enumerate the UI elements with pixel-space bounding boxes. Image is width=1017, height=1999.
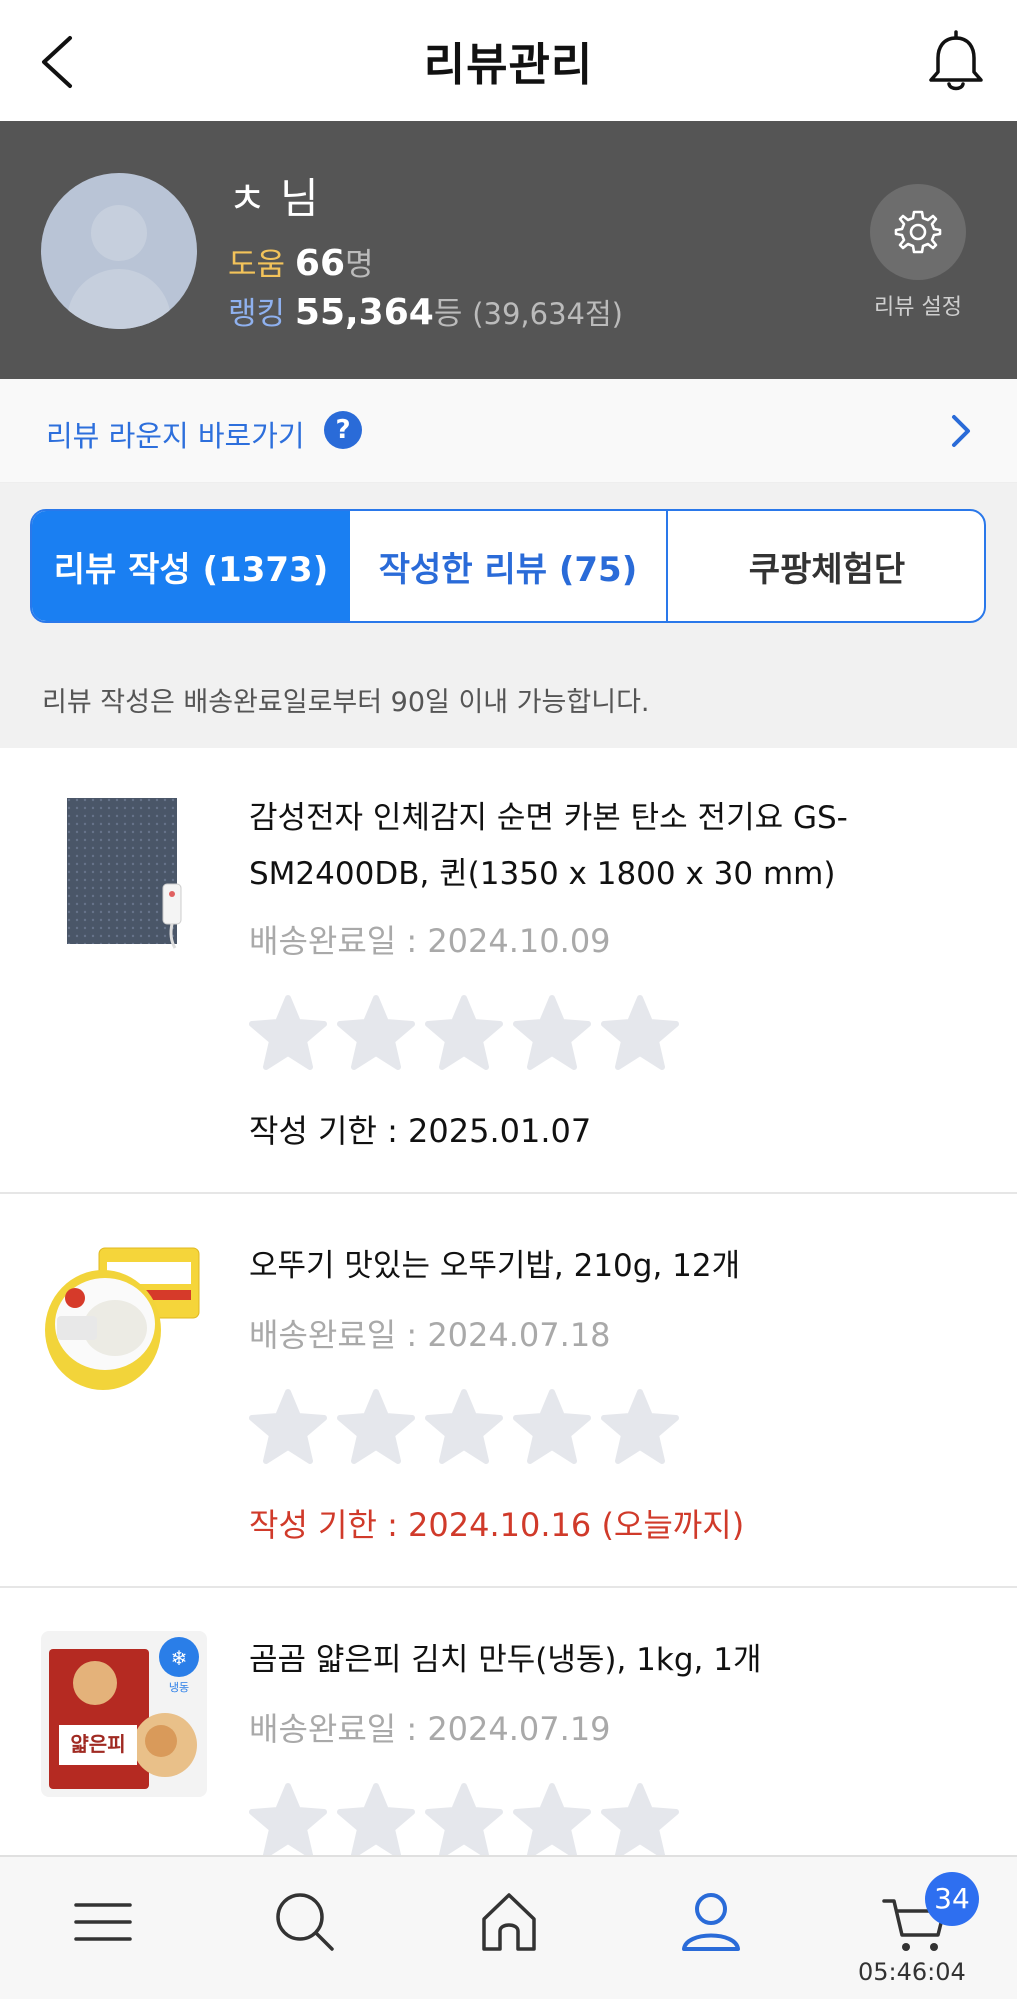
- review-settings-button[interactable]: [870, 184, 966, 280]
- delivery-date: 배송완료일 : 2024.07.18: [249, 1316, 611, 1354]
- ranking-line: 랭킹 55,364등 (39,634점): [228, 288, 623, 333]
- rank-points: (39,634점): [472, 297, 623, 331]
- highlight-mark: 쿠팡체험단: [740, 542, 914, 599]
- home-button[interactable]: [474, 1887, 544, 1957]
- chevron-right-icon: [952, 415, 970, 447]
- rank-value: 55,364: [294, 292, 434, 333]
- notification-button[interactable]: [921, 28, 991, 98]
- menu-button[interactable]: [68, 1887, 138, 1957]
- tab-written-reviews[interactable]: 작성한 리뷰 (75): [350, 511, 668, 621]
- product-thumbnail[interactable]: [41, 788, 207, 954]
- help-icon[interactable]: ?: [324, 411, 362, 449]
- product-thumbnail[interactable]: 얇은피 ❄ 냉동: [41, 1631, 207, 1797]
- star-icon[interactable]: [246, 992, 330, 1076]
- star-icon[interactable]: [422, 1386, 506, 1470]
- star-icon[interactable]: [510, 1386, 594, 1470]
- avatar[interactable]: [41, 173, 197, 329]
- my-account-icon: [682, 1893, 740, 1951]
- tab-coupang-experience-label: 쿠팡체험단: [748, 549, 906, 590]
- product-thumbnail[interactable]: [41, 1240, 207, 1406]
- home-icon: [482, 1893, 536, 1951]
- star-icon[interactable]: [598, 1386, 682, 1470]
- tab-write-review[interactable]: 리뷰 작성 (1373): [32, 511, 350, 621]
- review-lounge-link[interactable]: 리뷰 라운지 바로가기 ?: [0, 379, 1017, 483]
- search-icon: [276, 1893, 334, 1951]
- product-item[interactable]: 오뚜기 맛있는 오뚜기밥, 210g, 12개 배송완료일 : 2024.07.…: [0, 1194, 1017, 1588]
- help-count: 66: [294, 243, 346, 284]
- star-icon[interactable]: [246, 1780, 330, 1864]
- package-text: 얇은피: [70, 1732, 125, 1756]
- user-name: ㅊ 님: [228, 174, 319, 223]
- review-deadline: 작성 기한 : 2025.01.07: [249, 1112, 592, 1150]
- avatar-head: [91, 205, 147, 261]
- product-title[interactable]: 오뚜기 맛있는 오뚜기밥, 210g, 12개: [249, 1238, 929, 1294]
- tab-coupang-experience[interactable]: 쿠팡체험단: [668, 511, 984, 621]
- star-icon[interactable]: [510, 1780, 594, 1864]
- review-period-notice: 리뷰 작성은 배송완료일로부터 90일 이내 가능합니다.: [42, 687, 650, 718]
- avatar-body: [67, 269, 171, 329]
- star-rating[interactable]: [246, 1386, 682, 1470]
- delivery-date: 배송완료일 : 2024.07.19: [249, 1710, 611, 1748]
- star-icon[interactable]: [334, 1386, 418, 1470]
- product-item[interactable]: 얇은피 ❄ 냉동 곰곰 얇은피 김치 만두(냉동), 1kg, 1개 배송완료일…: [0, 1588, 1017, 1858]
- cart-count-badge: 34: [925, 1872, 979, 1926]
- star-icon[interactable]: [246, 1386, 330, 1470]
- snowflake-icon: ❄: [171, 1646, 188, 1670]
- review-deadline: 작성 기한 : 2024.10.16 (오늘까지): [249, 1506, 745, 1544]
- page-title: 리뷰관리: [423, 38, 594, 91]
- delivery-date: 배송완료일 : 2024.10.09: [249, 922, 611, 960]
- top-bar: 리뷰관리: [0, 0, 1017, 121]
- help-unit: 명: [345, 247, 374, 283]
- menu-icon: [74, 1903, 132, 1941]
- review-lounge-label: 리뷰 라운지 바로가기: [46, 419, 305, 453]
- clock-time: 05:46:04: [858, 1958, 966, 1986]
- star-icon[interactable]: [598, 1780, 682, 1864]
- product-title[interactable]: 곰곰 얇은피 김치 만두(냉동), 1kg, 1개: [249, 1632, 929, 1688]
- star-icon[interactable]: [422, 1780, 506, 1864]
- star-icon[interactable]: [598, 992, 682, 1076]
- review-tabs: 리뷰 작성 (1373) 작성한 리뷰 (75) 쿠팡체험단: [30, 509, 986, 623]
- rank-unit: 등: [433, 296, 463, 332]
- bell-icon: [929, 30, 983, 91]
- frozen-badge: 냉동: [169, 1681, 189, 1694]
- product-item[interactable]: 감성전자 인체감지 순면 카본 탄소 전기요 GS-SM2400DB, 퀸(13…: [0, 748, 1017, 1194]
- review-settings-label: 리뷰 설정: [874, 295, 962, 320]
- star-icon[interactable]: [334, 992, 418, 1076]
- rank-label: 랭킹: [228, 296, 286, 332]
- help-label: 도움: [228, 247, 286, 283]
- star-icon[interactable]: [510, 992, 594, 1076]
- my-account-button[interactable]: [676, 1887, 746, 1957]
- star-icon[interactable]: [422, 992, 506, 1076]
- search-button[interactable]: [270, 1887, 340, 1957]
- tabs-area: 리뷰 작성 (1373) 작성한 리뷰 (75) 쿠팡체험단 리뷰 작성은 배송…: [0, 483, 1017, 748]
- product-title[interactable]: 감성전자 인체감지 순면 카본 탄소 전기요 GS-SM2400DB, 퀸(13…: [249, 790, 929, 902]
- gear-icon: [894, 210, 942, 254]
- star-rating[interactable]: [246, 1780, 682, 1864]
- help-count-line: 도움 66명: [228, 239, 374, 284]
- star-rating[interactable]: [246, 992, 682, 1076]
- profile-section: ㅊ 님 도움 66명 랭킹 55,364등 (39,634점) 리뷰 설정: [0, 121, 1017, 379]
- star-icon[interactable]: [334, 1780, 418, 1864]
